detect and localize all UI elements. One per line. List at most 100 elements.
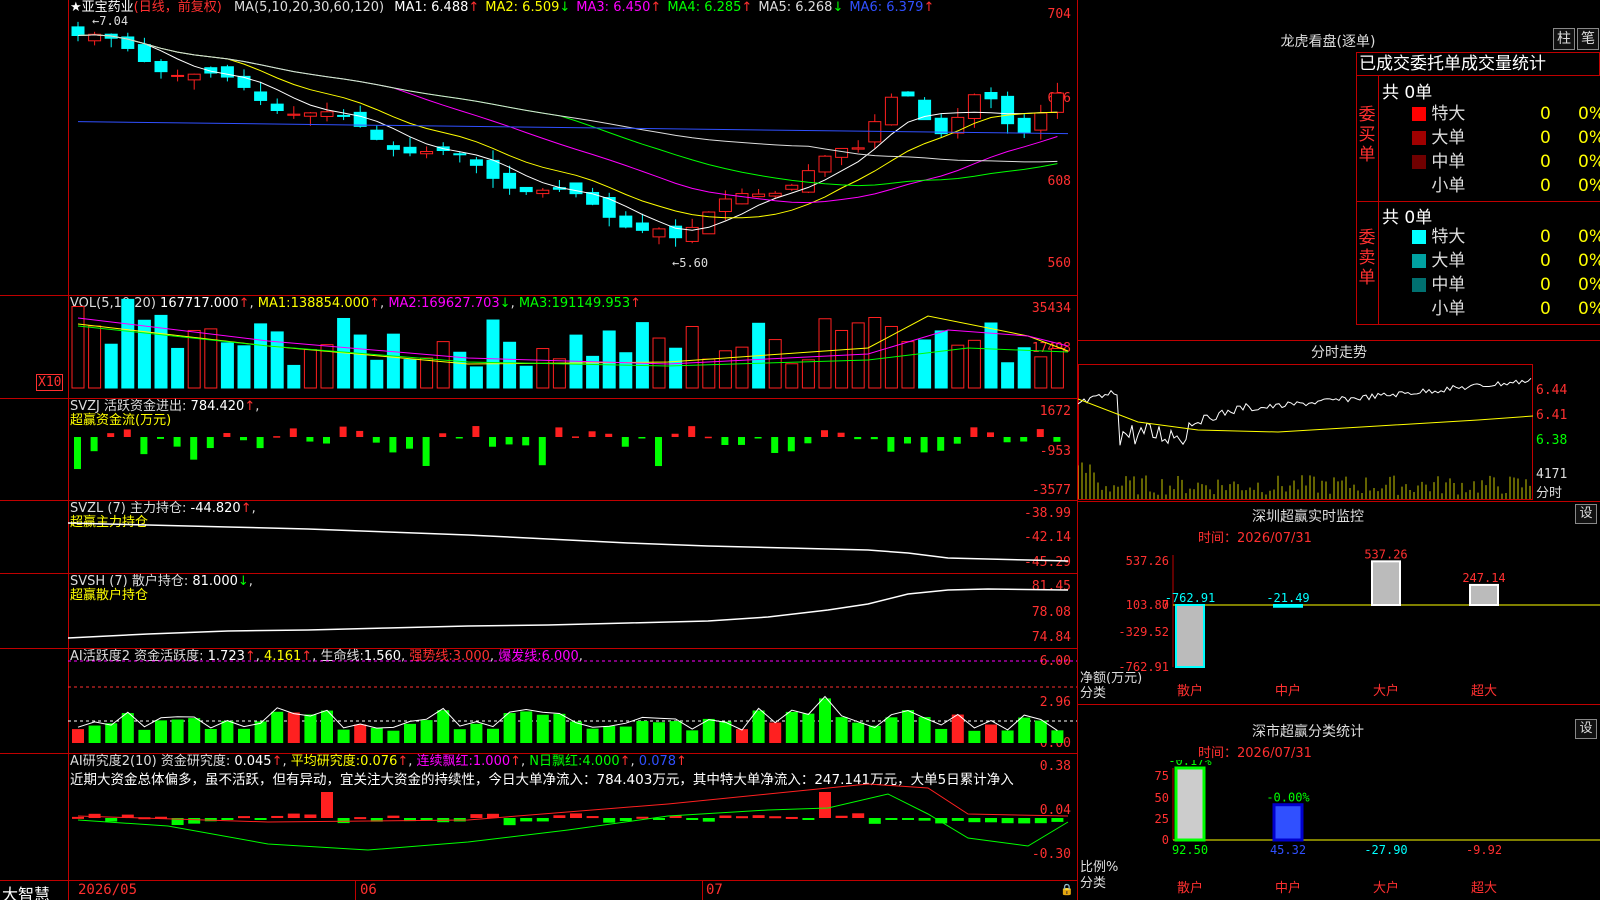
ai-research-bars[interactable] <box>68 754 1077 880</box>
intraday-price-line <box>1078 377 1532 446</box>
candle-body <box>1001 95 1015 125</box>
brand-logo: 大智慧 <box>2 885 51 900</box>
volume-bar <box>171 347 185 389</box>
active-bar <box>553 713 566 743</box>
classify-category: 超大 <box>1471 881 1497 896</box>
intraday-plot[interactable] <box>1078 364 1533 500</box>
volume-bar <box>851 322 865 389</box>
fund-bar <box>937 437 945 451</box>
volume-bars[interactable] <box>68 296 1077 398</box>
sell-row: 大单 0 0% <box>1408 249 1600 273</box>
volume-bar <box>353 334 367 389</box>
volume-panel[interactable]: VOL(5,10,20) 167717.000↑, MA1:138854.000… <box>0 296 1077 398</box>
pen-mode-button[interactable]: 笔 <box>1577 28 1599 50</box>
research-bar <box>238 816 250 819</box>
svzj-bars[interactable] <box>68 399 1077 500</box>
candle-body <box>254 91 268 101</box>
volume-bar <box>436 341 450 389</box>
fund-bar <box>738 437 745 445</box>
active-bar <box>387 730 400 743</box>
candle-body <box>154 61 168 73</box>
candlestick-plot[interactable] <box>68 0 1077 295</box>
svzl-line[interactable] <box>68 501 1077 573</box>
fund-bar <box>422 437 430 466</box>
date-tick: 07 <box>706 882 723 898</box>
candle-body <box>270 103 284 112</box>
active-bar <box>105 723 118 743</box>
research-bar <box>719 815 732 818</box>
sz-classify-settings-button[interactable]: 设 <box>1575 719 1597 739</box>
fund-bar <box>206 437 214 449</box>
active-bar <box>570 721 582 743</box>
fund-bar <box>356 430 364 437</box>
fund-bar <box>671 433 679 437</box>
sz-monitor-xlabel: 分类 <box>1080 686 1107 701</box>
volume-bar <box>386 333 400 389</box>
monitor-category: 散户 <box>1177 683 1203 699</box>
active-bar <box>785 711 798 743</box>
candle-body <box>303 112 317 117</box>
volume-bar <box>370 359 384 389</box>
sz-classify-xlabel: 分类 <box>1080 876 1107 891</box>
ai-research-panel[interactable]: AI研究度2(10) 资金研究度: 0.045↑, 平均研究度:0.076↑, … <box>0 754 1077 880</box>
sz-classify-time: 时间：2026/07/31 <box>1198 746 1312 761</box>
research-bar <box>636 816 649 819</box>
ai-active-panel[interactable]: AI活跃度2 资金活跃度: 1.723↑, 4.161↑, 生命线:1.560,… <box>0 649 1077 753</box>
sz-classify-chart[interactable]: 75 50 25 0 -0.17% 92.50 散户 -0.00% 45.32 中户 -27.90 大… <box>1078 760 1600 900</box>
volume-bar <box>619 352 633 389</box>
volume-bar <box>586 355 600 389</box>
active-bar <box>204 728 217 743</box>
research-bar <box>72 816 84 819</box>
color-swatch <box>1412 254 1426 268</box>
dragon-title: 龙虎看盘(逐单) <box>1280 34 1376 50</box>
dragon-tabs[interactable]: 已成交委托单成交量统计 <box>1356 52 1600 76</box>
volume-bar <box>220 342 234 389</box>
date-tick: 06 <box>360 882 377 898</box>
svzj-panel[interactable]: SVZJ 活跃资金进出: 784.420↑, 超赢资金流(万元) 1672 -9… <box>0 399 1077 500</box>
monitor-bar <box>1469 583 1499 606</box>
fund-bar <box>323 437 330 444</box>
active-bar <box>287 712 300 743</box>
vol-unit-badge[interactable]: X10 <box>36 374 64 391</box>
sz-monitor-chart[interactable]: 537.26 103.87 -329.52 -762.91 0 -762.91 散户 -21.… <box>1078 545 1600 701</box>
color-swatch <box>1412 302 1426 316</box>
candle-body <box>486 159 500 179</box>
kline-chart-panel[interactable]: ★亚宝药业(日线，前复权) MA(5,10,20,30,60,120) MA1:… <box>0 0 1077 295</box>
order-pct: 0% <box>1578 251 1600 271</box>
candle-body <box>619 215 633 228</box>
candle-body <box>137 44 151 62</box>
active-bar <box>686 730 699 743</box>
volume-bar <box>602 330 616 389</box>
fund-bar <box>555 427 563 437</box>
intraday-chart[interactable]: 6.44 6.41 6.38 4171 分时 <box>1078 364 1600 501</box>
monitor-value-label: 247.14 <box>1462 571 1505 585</box>
volume-bar <box>735 346 749 389</box>
classify-tick: 75 <box>1155 769 1169 783</box>
buy-row: 中单 0 0% <box>1408 150 1600 174</box>
svsh-line[interactable] <box>68 574 1077 648</box>
svzl-panel[interactable]: SVZL (7) 主力持仓: -44.820↑, 超赢主力持仓 -38.99 -… <box>0 501 1077 573</box>
order-count: 0 <box>1540 299 1551 319</box>
research-bar <box>387 815 400 818</box>
research-bar <box>271 815 284 818</box>
fund-bar <box>804 437 812 444</box>
volume-bar <box>1001 362 1015 389</box>
volume-bar <box>652 337 666 389</box>
order-count: 0 <box>1540 104 1551 124</box>
volume-bar <box>1034 356 1048 389</box>
lock-icon[interactable]: 🔒 <box>1060 883 1074 896</box>
research-bar <box>188 818 201 824</box>
active-bar <box>420 720 433 743</box>
volume-bar <box>835 329 849 389</box>
ai-active-bars[interactable] <box>68 649 1077 753</box>
monitor-tick: -329.52 <box>1118 625 1169 639</box>
fund-bar <box>621 437 629 447</box>
candle-body <box>386 145 400 150</box>
sell-row: 小单 0 0% <box>1408 297 1600 321</box>
bar-mode-button[interactable]: 柱 <box>1553 28 1575 50</box>
sz-monitor-settings-button[interactable]: 设 <box>1575 504 1597 524</box>
active-bar <box>520 711 533 743</box>
svsh-panel[interactable]: SVSH (7) 散户持仓: 81.000↓, 超赢散户持仓 81.45 78.… <box>0 574 1077 648</box>
candle-body <box>785 184 799 190</box>
research-bar <box>619 818 632 822</box>
